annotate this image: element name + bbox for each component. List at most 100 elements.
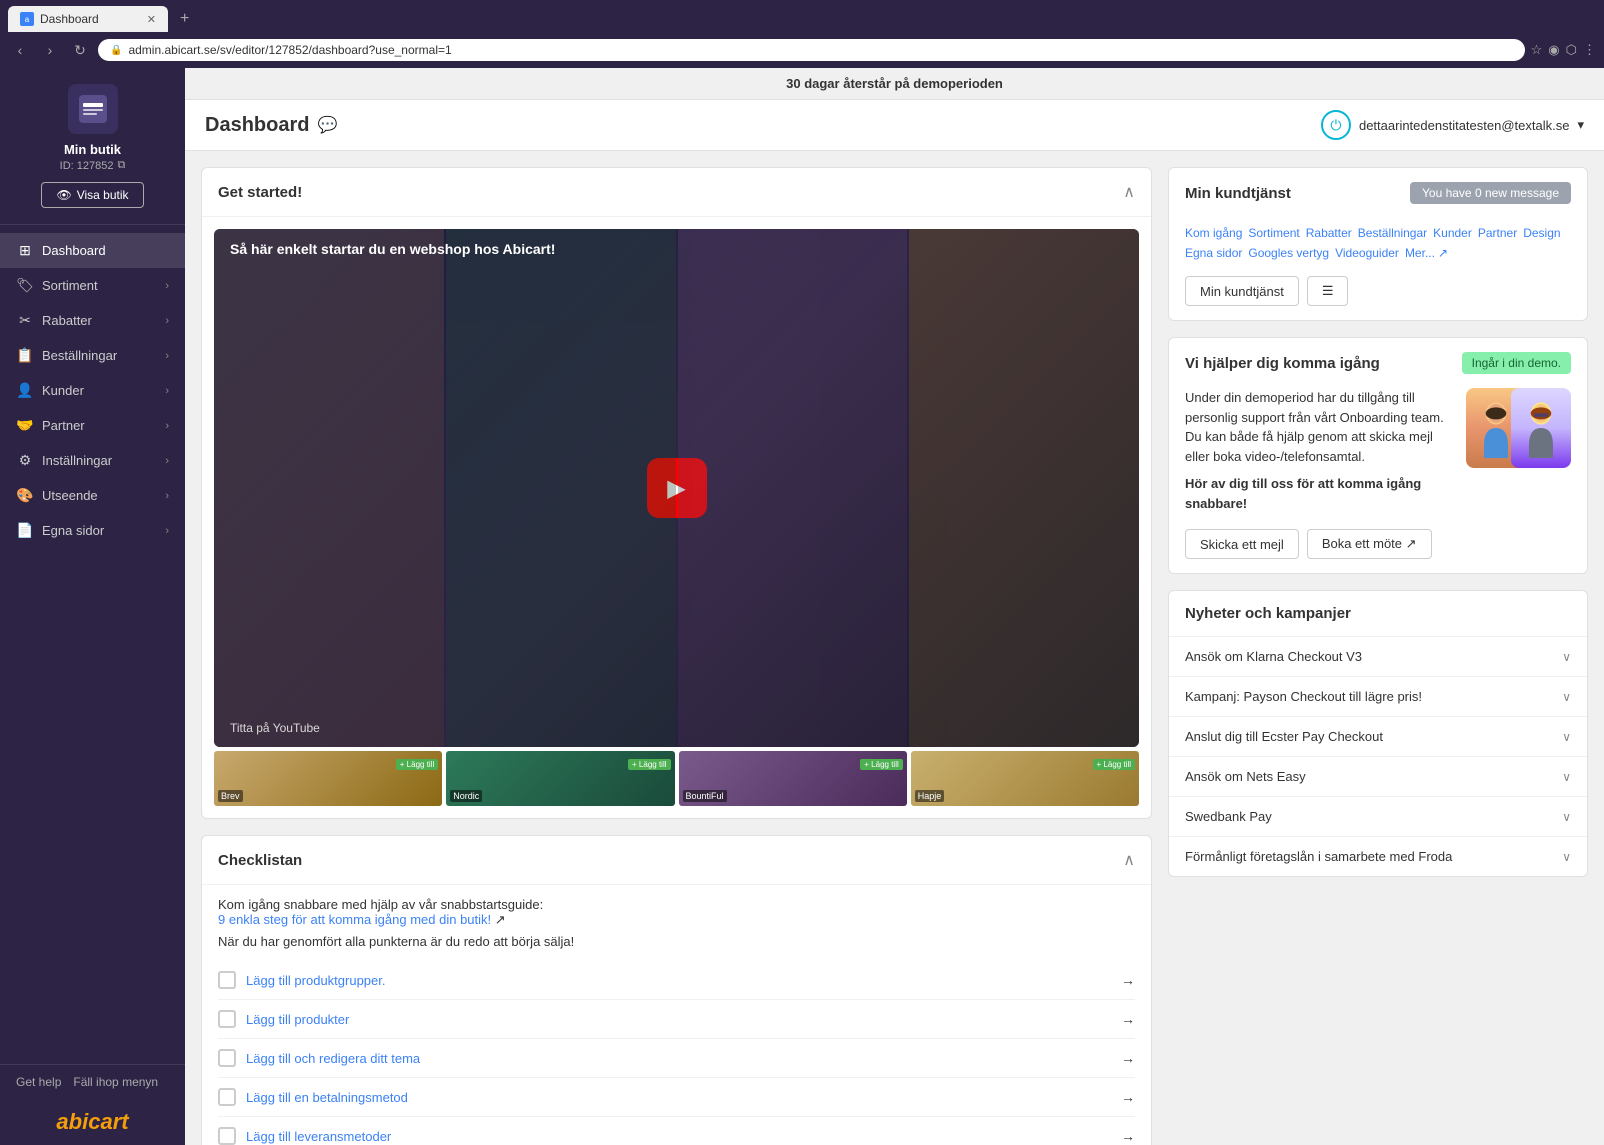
chevron-right-icon: ›: [165, 280, 169, 292]
profile-icon[interactable]: ◉: [1548, 42, 1559, 58]
collapse-toggle[interactable]: ∧: [1123, 182, 1135, 202]
app-layout: Min butik ID: 127852 ⧉ 👁 Visa butik ⊞ Da…: [0, 68, 1604, 1145]
cs-link-mer[interactable]: Mer... ↗: [1405, 246, 1448, 260]
video-section: Så här enkelt startar du en webshop hos …: [202, 217, 1151, 818]
thumb-btn-3[interactable]: + Lägg till: [860, 755, 902, 770]
news-item-2[interactable]: Kampanj: Payson Checkout till lägre pris…: [1169, 676, 1587, 716]
right-panel: Min kundtjänst You have 0 new message Ko…: [1168, 167, 1588, 1145]
cs-list-button[interactable]: ☰: [1307, 276, 1349, 306]
sidebar-item-rabatter[interactable]: ✂ Rabatter ›: [0, 303, 185, 338]
checkbox-1[interactable]: [218, 971, 236, 989]
onboarding-actions: Skicka ett mejl Boka ett möte ↗: [1169, 529, 1587, 573]
sidebar-item-label: Partner: [42, 418, 85, 433]
bestallningar-icon: 📋: [16, 347, 34, 364]
news-card: Nyheter och kampanjer Ansök om Klarna Ch…: [1168, 590, 1588, 877]
sidebar-item-utseende[interactable]: 🎨 Utseende ›: [0, 478, 185, 513]
customer-service-card: Min kundtjänst You have 0 new message Ko…: [1168, 167, 1588, 321]
collapse-menu-link[interactable]: Fäll ihop menyn: [73, 1075, 158, 1089]
tab-bar: a Dashboard ✕ +: [0, 0, 1604, 32]
sidebar-item-label: Utseende: [42, 488, 98, 503]
thumb-btn-1[interactable]: + Lägg till: [396, 755, 438, 770]
left-column: Get started! ∧: [201, 167, 1152, 1145]
checklist-guide-link[interactable]: 9 enkla steg för att komma igång med din…: [218, 912, 491, 927]
browser-chrome: a Dashboard ✕ + ‹ › ↻ 🔒 admin.abicart.se…: [0, 0, 1604, 68]
address-bar[interactable]: 🔒 admin.abicart.se/sv/editor/127852/dash…: [98, 39, 1525, 61]
logo-abi: abi: [56, 1109, 88, 1134]
cs-link-sortiment[interactable]: Sortiment: [1248, 226, 1299, 240]
checkbox-3[interactable]: [218, 1049, 236, 1067]
user-menu[interactable]: ⏻ dettaarintedenstitatesten@textalk.se ▾: [1321, 110, 1584, 140]
new-tab-button[interactable]: +: [172, 6, 197, 32]
sidebar-item-label: Kunder: [42, 383, 84, 398]
partner-icon: 🤝: [16, 417, 34, 434]
sidebar-item-label: Egna sidor: [42, 523, 104, 538]
news-text-3: Anslut dig till Ecster Pay Checkout: [1185, 729, 1383, 744]
chevron-down-icon: ∨: [1562, 810, 1571, 824]
checklist-collapse-toggle[interactable]: ∧: [1123, 850, 1135, 870]
sidebar-item-egna-sidor[interactable]: 📄 Egna sidor ›: [0, 513, 185, 548]
cs-link-partner[interactable]: Partner: [1478, 226, 1517, 240]
cs-link-design[interactable]: Design: [1523, 226, 1560, 240]
content-area: Get started! ∧: [185, 151, 1604, 1145]
store-id-text: ID: 127852: [60, 160, 114, 172]
arrow-icon: →: [1121, 1011, 1135, 1027]
checklist-item[interactable]: Lägg till leveransmetoder →: [218, 1117, 1135, 1145]
visit-store-button[interactable]: 👁 Visa butik: [41, 182, 143, 208]
main-header: Dashboard 💬 ⏻ dettaarintedenstitatesten@…: [185, 100, 1604, 151]
checklist-text-3: Lägg till och redigera ditt tema: [246, 1051, 1111, 1066]
installningar-icon: ⚙: [16, 452, 34, 469]
thumb-btn-4[interactable]: + Lägg till: [1093, 755, 1135, 770]
news-text-1: Ansök om Klarna Checkout V3: [1185, 649, 1362, 664]
extension-icon[interactable]: ⬡: [1566, 42, 1577, 58]
onboarding-text: Under din demoperiod har du tillgång til…: [1185, 388, 1454, 513]
checklist-ready-text: När du har genomfört alla punkterna är d…: [218, 934, 1135, 949]
bookmark-icon[interactable]: ☆: [1531, 42, 1543, 58]
cs-link-rabatter[interactable]: Rabatter: [1306, 226, 1352, 240]
cs-link-googles[interactable]: Googles vertyg: [1248, 246, 1329, 260]
chevron-right-icon: ›: [165, 525, 169, 537]
menu-icon[interactable]: ⋮: [1583, 42, 1596, 58]
cs-link-videoguider[interactable]: Videoguider: [1335, 246, 1399, 260]
message-icon[interactable]: 💬: [317, 115, 337, 135]
forward-button[interactable]: ›: [38, 38, 62, 62]
thumb-btn-2[interactable]: + Lägg till: [628, 755, 670, 770]
news-header: Nyheter och kampanjer: [1169, 591, 1587, 636]
reload-button[interactable]: ↻: [68, 38, 92, 62]
sidebar-item-bestallningar[interactable]: 📋 Beställningar ›: [0, 338, 185, 373]
cs-link-kom-igang[interactable]: Kom igång: [1185, 226, 1242, 240]
news-item-4[interactable]: Ansök om Nets Easy ∨: [1169, 756, 1587, 796]
book-meeting-button[interactable]: Boka ett möte ↗: [1307, 529, 1432, 559]
get-help-link[interactable]: Get help: [16, 1075, 61, 1089]
news-item-1[interactable]: Ansök om Klarna Checkout V3 ∨: [1169, 636, 1587, 676]
checklist-text-1: Lägg till produktgrupper.: [246, 973, 1111, 988]
checklist-item[interactable]: Lägg till en betalningsmetod →: [218, 1078, 1135, 1117]
tab-close-button[interactable]: ✕: [147, 13, 156, 26]
checkbox-4[interactable]: [218, 1088, 236, 1106]
news-text-5: Swedbank Pay: [1185, 809, 1272, 824]
chevron-right-icon: ›: [165, 315, 169, 327]
sidebar-item-kunder[interactable]: 👤 Kunder ›: [0, 373, 185, 408]
active-tab[interactable]: a Dashboard ✕: [8, 6, 168, 32]
checklist-item[interactable]: Lägg till produkter →: [218, 1000, 1135, 1039]
sidebar-item-dashboard[interactable]: ⊞ Dashboard: [0, 233, 185, 268]
cs-link-bestallningar[interactable]: Beställningar: [1358, 226, 1427, 240]
news-item-5[interactable]: Swedbank Pay ∨: [1169, 796, 1587, 836]
cs-link-kunder[interactable]: Kunder: [1433, 226, 1472, 240]
checklist-text-2: Lägg till produkter: [246, 1012, 1111, 1027]
news-item-6[interactable]: Förmånligt företagslån i samarbete med F…: [1169, 836, 1587, 876]
checklist-item[interactable]: Lägg till och redigera ditt tema →: [218, 1039, 1135, 1078]
sidebar-item-installningar[interactable]: ⚙ Inställningar ›: [0, 443, 185, 478]
sidebar-item-partner[interactable]: 🤝 Partner ›: [0, 408, 185, 443]
video-container[interactable]: Så här enkelt startar du en webshop hos …: [214, 229, 1139, 747]
checkbox-2[interactable]: [218, 1010, 236, 1028]
sortiment-icon: 🏷: [16, 277, 34, 294]
news-item-3[interactable]: Anslut dig till Ecster Pay Checkout ∨: [1169, 716, 1587, 756]
send-email-button[interactable]: Skicka ett mejl: [1185, 529, 1299, 559]
sidebar-item-sortiment[interactable]: 🏷 Sortiment ›: [0, 268, 185, 303]
checkbox-5[interactable]: [218, 1127, 236, 1145]
checklist-item[interactable]: Lägg till produktgrupper. →: [218, 961, 1135, 1000]
copy-icon[interactable]: ⧉: [117, 159, 125, 172]
back-button[interactable]: ‹: [8, 38, 32, 62]
cs-service-button[interactable]: Min kundtjänst: [1185, 276, 1299, 306]
cs-link-egna-sidor[interactable]: Egna sidor: [1185, 246, 1242, 260]
